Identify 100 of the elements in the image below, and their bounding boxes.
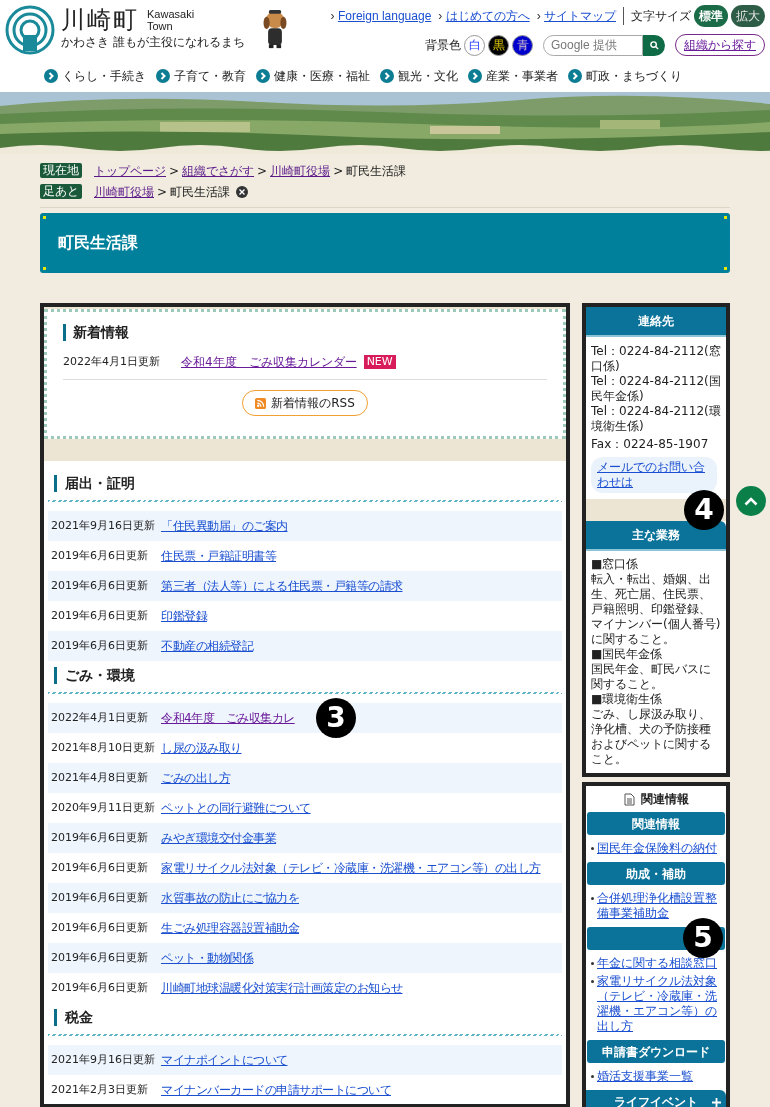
breadcrumb-current: 町民生活課 bbox=[170, 183, 231, 201]
update-date: 2019年6月6日更新 bbox=[51, 829, 149, 846]
update-date: 2021年2月3日更新 bbox=[51, 1081, 149, 1098]
breadcrumb-link[interactable]: トップページ bbox=[94, 161, 166, 180]
rss-icon bbox=[255, 397, 267, 409]
section-heading: 税金 bbox=[54, 1009, 562, 1026]
duty-text: 国民年金、町民バスに関すること。 bbox=[591, 662, 712, 692]
breadcrumb-current: 町民生活課 bbox=[346, 162, 407, 180]
page-link[interactable]: マイナンバーカードの申請サポートについて bbox=[161, 1081, 391, 1099]
page-link[interactable]: 川崎町地球温暖化対策実行計画策定のお知らせ bbox=[161, 979, 403, 997]
page-link[interactable]: 家電リサイクル法対象（テレビ・冷蔵庫・洗濯機・エアコン等）の出し方 bbox=[161, 859, 541, 877]
duty-text: 転入・転出、婚姻、出生、死亡届、住民票、戸籍照明、印鑑登録、マイナンバー(個人番号)に関すること。 bbox=[591, 572, 721, 647]
search-icon bbox=[649, 40, 659, 50]
nav-item[interactable]: 観光・文化 bbox=[380, 67, 458, 85]
page-link[interactable]: 不動産の相続登記 bbox=[161, 637, 253, 655]
search-button[interactable] bbox=[643, 34, 665, 56]
search-field[interactable]: Google 提供 bbox=[543, 34, 643, 56]
section-heading: 新着情報 bbox=[63, 324, 547, 341]
close-icon[interactable] bbox=[236, 185, 249, 198]
page-link[interactable]: ごみの出し方 bbox=[161, 769, 230, 787]
top-link[interactable]: › Foreign language bbox=[330, 7, 432, 25]
background-color-button[interactable]: 黒 bbox=[488, 34, 509, 56]
panel-header: 主な業務 bbox=[586, 521, 726, 551]
category-header: 申請書ダウンロード bbox=[587, 1040, 725, 1063]
page-link[interactable]: 「住民異動届」のご案内 bbox=[161, 517, 288, 535]
bullet-icon bbox=[591, 980, 594, 983]
update-date: 2021年4月8日更新 bbox=[51, 769, 149, 786]
page-link[interactable]: 水質事故の防止にご協力を bbox=[161, 889, 299, 907]
breadcrumb-badge: 足あと bbox=[40, 184, 82, 199]
contact-line: Tel：0224-84-2112(国民年金係) bbox=[591, 374, 721, 404]
update-date: 2019年6月6日更新 bbox=[51, 637, 149, 654]
chevron-icon bbox=[568, 69, 582, 83]
page-link[interactable]: 印鑑登録 bbox=[161, 607, 207, 625]
update-date: 2019年6月6日更新 bbox=[51, 919, 149, 936]
life-event-button[interactable]: ライフイベント bbox=[586, 1090, 726, 1107]
plus-icon bbox=[712, 1097, 721, 1107]
nav-item[interactable]: 健康・医療・福祉 bbox=[256, 67, 370, 85]
section-heading: 届出・証明 bbox=[54, 475, 562, 492]
nav-item[interactable]: 町政・まちづくり bbox=[568, 67, 682, 85]
site-title: 川崎町 bbox=[61, 5, 139, 35]
breadcrumb-link[interactable]: 川崎町役場 bbox=[94, 182, 154, 201]
update-date: 2022年4月1日更新 bbox=[63, 353, 161, 370]
update-date: 2020年9月11日更新 bbox=[51, 799, 156, 816]
update-date: 2021年9月16日更新 bbox=[51, 517, 156, 534]
news-link[interactable]: 令和4年度 ごみ収集カレンダー bbox=[181, 353, 357, 371]
page-link[interactable]: みやぎ環境交付金事業 bbox=[161, 829, 276, 847]
category-header: 助成・補助 bbox=[587, 862, 725, 885]
contact-line: Fax：0224-85-1907 bbox=[591, 437, 710, 452]
page-link[interactable]: ペットとの同行避難について bbox=[161, 799, 311, 817]
mail-link[interactable]: メールでのお問い合わせは bbox=[591, 457, 717, 493]
rss-button[interactable]: 新着情報のRSS bbox=[242, 390, 368, 416]
related-link[interactable]: 国民年金保険料の納付 bbox=[597, 841, 717, 856]
page-link[interactable]: 第三者（法人等）による住民票・戸籍等の請求 bbox=[161, 577, 403, 595]
document-icon bbox=[623, 792, 635, 806]
related-link[interactable]: 婚活支援事業一覧 bbox=[597, 1069, 693, 1084]
breadcrumb-separator: > bbox=[157, 183, 168, 201]
page-link[interactable]: し尿の汲み取り bbox=[161, 739, 242, 757]
update-date: 2019年6月6日更新 bbox=[51, 979, 149, 996]
page-link[interactable]: 令和4年度 ごみ収集カレ bbox=[161, 709, 295, 727]
site-romaji: Town bbox=[147, 20, 174, 32]
callout-number: 5 bbox=[683, 918, 723, 958]
update-date: 2022年4月1日更新 bbox=[51, 709, 149, 726]
update-date: 2019年6月6日更新 bbox=[51, 607, 149, 624]
page-link[interactable]: マイナポイントについて bbox=[161, 1051, 288, 1069]
breadcrumb-badge: 現在地 bbox=[40, 163, 82, 178]
breadcrumb-link[interactable]: 組織でさがす bbox=[182, 161, 255, 180]
related-link[interactable]: 合併処理浄化槽設置整備事業補助金 bbox=[597, 891, 721, 921]
related-link[interactable]: 年金に関する相談窓口 bbox=[597, 956, 717, 971]
site-romaji: Kawasaki bbox=[147, 8, 195, 20]
duty-text: ■国民年金係 bbox=[591, 647, 664, 662]
chevron-icon bbox=[156, 69, 170, 83]
logo-icon bbox=[5, 5, 55, 55]
breadcrumb-separator: > bbox=[333, 162, 344, 180]
top-link[interactable]: › はじめての方へ bbox=[438, 7, 530, 25]
panel-header: 連絡先 bbox=[586, 307, 726, 337]
nav-item[interactable]: 産業・事業者 bbox=[468, 67, 558, 85]
bullet-icon bbox=[591, 897, 594, 900]
page-title-bar: 町民生活課 bbox=[40, 213, 730, 273]
font-size-button[interactable]: 拡大 bbox=[731, 5, 765, 27]
update-date: 2021年8月10日更新 bbox=[51, 739, 156, 756]
update-date: 2019年6月6日更新 bbox=[51, 949, 149, 966]
nav-item[interactable]: 子育て・教育 bbox=[156, 67, 246, 85]
organization-search-button[interactable]: 組織から探す bbox=[675, 34, 765, 56]
nav-item[interactable]: くらし・手続き bbox=[44, 67, 146, 85]
related-link[interactable]: 家電リサイクル法対象（テレビ・冷蔵庫・洗濯機・エアコン等）の出し方 bbox=[597, 974, 721, 1034]
page-link[interactable]: 住民票・戸籍証明書等 bbox=[161, 547, 276, 565]
category-header: 関連情報 bbox=[587, 812, 725, 835]
background-color-label: 背景色 bbox=[425, 37, 461, 54]
page-link[interactable]: ペット・動物関係 bbox=[161, 949, 253, 967]
background-color-button[interactable]: 青 bbox=[512, 34, 533, 56]
breadcrumb-link[interactable]: 川崎町役場 bbox=[270, 161, 331, 180]
back-to-top-button[interactable] bbox=[736, 486, 766, 516]
breadcrumb-separator: > bbox=[257, 162, 268, 180]
contact-line: Tel：0224-84-2112(環境衛生係) bbox=[591, 404, 721, 434]
chevron-icon bbox=[380, 69, 394, 83]
duty-text: ■窓口係 bbox=[591, 557, 640, 572]
font-size-button[interactable]: 標準 bbox=[694, 5, 728, 27]
background-color-button[interactable]: 白 bbox=[464, 34, 485, 56]
top-link[interactable]: › サイトマップ bbox=[536, 7, 616, 25]
page-link[interactable]: 生ごみ処理容器設置補助金 bbox=[161, 919, 299, 937]
